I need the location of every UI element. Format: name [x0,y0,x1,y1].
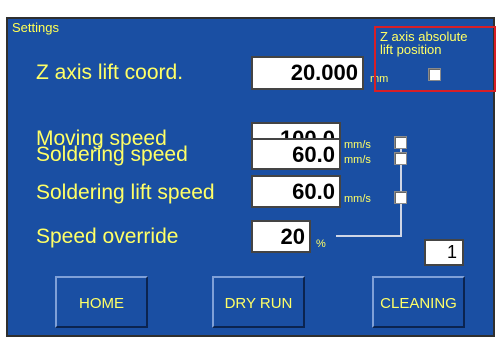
soldering-lift-speed-input[interactable]: 60.0 [251,175,341,208]
z-axis-absolute-label: Z axis absolute lift position [380,30,467,56]
z-axis-absolute-checkbox[interactable] [428,68,441,81]
soldering-lift-speed-label: Soldering lift speed [36,181,215,204]
soldering-lift-speed-unit: mm/s [344,193,371,205]
window-title: Settings [6,17,64,35]
counter-display[interactable]: 1 [424,239,464,266]
moving-speed-checkbox[interactable] [394,136,407,149]
soldering-speed-input[interactable]: 60.0 [251,138,341,170]
z-axis-lift-coord-input[interactable]: 20.000 [251,56,364,90]
dry-run-button[interactable]: DRY RUN [212,276,305,328]
cleaning-button[interactable]: CLEANING [372,276,465,328]
z-axis-absolute-label-line2: lift position [380,42,442,57]
home-button[interactable]: HOME [55,276,148,328]
z-axis-lift-coord-label: Z axis lift coord. [36,61,184,84]
soldering-lift-speed-checkbox[interactable] [394,191,407,204]
speed-override-label: Speed override [36,225,179,248]
moving-speed-unit: mm/s [344,139,371,151]
speed-override-unit: % [316,238,326,250]
soldering-speed-checkbox[interactable] [394,152,407,165]
soldering-speed-label: Soldering speed [36,143,188,166]
speed-override-input[interactable]: 20 [251,220,311,253]
override-link-line [336,235,402,237]
soldering-speed-unit: mm/s [344,154,371,166]
